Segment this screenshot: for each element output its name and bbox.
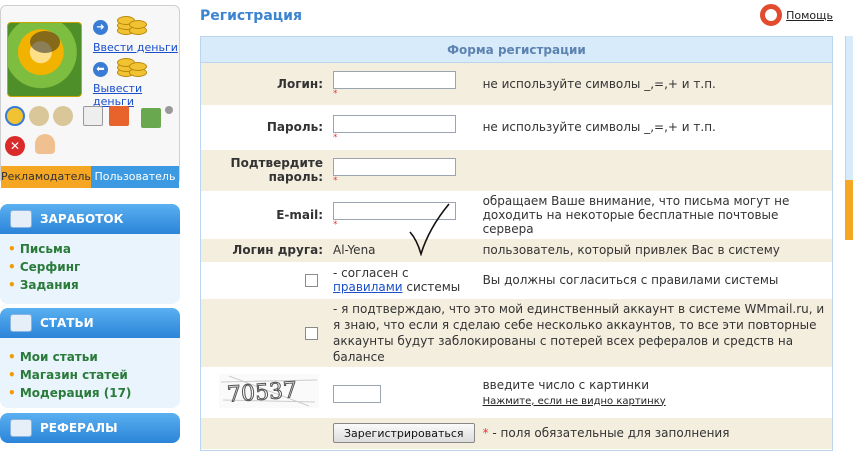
- agree-suffix: системы: [406, 280, 461, 294]
- help-label[interactable]: Помощь: [786, 9, 833, 22]
- chart-icon[interactable]: [141, 108, 161, 128]
- menu-referrals: РЕФЕРАЛЫ: [0, 413, 180, 443]
- captcha-refresh-link[interactable]: Нажмите, если не видно картинку: [483, 396, 828, 407]
- withdraw-row[interactable]: ⬅: [93, 62, 111, 77]
- close-icon[interactable]: ✕: [5, 136, 25, 156]
- page-title: Регистрация: [200, 8, 302, 24]
- friend-hint: пользователь, который привлек Вас в сист…: [478, 238, 832, 263]
- agree-hint: Вы должны согласиться с правилами систем…: [478, 262, 832, 299]
- agree-checkbox[interactable]: [305, 274, 318, 287]
- registration-form: Форма регистрации Логин: * не используйт…: [200, 36, 833, 451]
- menu-item-surfing[interactable]: Серфинг: [8, 258, 172, 276]
- tab-user[interactable]: Пользователь: [90, 166, 179, 188]
- article-icon: [10, 314, 32, 332]
- menu-head-earnings[interactable]: ЗАРАБОТОК: [0, 204, 180, 234]
- menu-item-letters[interactable]: Письма: [8, 240, 172, 258]
- firewall-icon[interactable]: [109, 106, 129, 126]
- agree-prefix: - согласен с: [333, 266, 409, 280]
- menu-title: СТАТЬИ: [40, 316, 94, 330]
- coins-icon: [113, 14, 147, 36]
- login-label: Логин:: [201, 63, 329, 106]
- single-account-checkbox[interactable]: [305, 326, 318, 340]
- profile-panel: ➜ Ввести деньги ⬅ Вывести деньги ✕ Рекла…: [0, 5, 180, 188]
- friend-login-value: Al-Yena: [329, 238, 479, 263]
- role-tabs: Рекламодатель Пользователь: [1, 166, 179, 188]
- confirm-password-input[interactable]: [333, 157, 456, 176]
- arrow-left-icon: ⬅: [93, 62, 108, 77]
- sidebar: ➜ Ввести деньги ⬅ Вывести деньги ✕ Рекла…: [0, 0, 185, 443]
- single-account-text: - я подтверждаю, что это мой единственны…: [329, 298, 832, 368]
- confirm-password-label: Подтвердите пароль:: [201, 149, 329, 192]
- menu-title: РЕФЕРАЛЫ: [40, 421, 118, 435]
- coins-icon: [113, 56, 147, 78]
- captcha-text: 70537: [226, 378, 298, 408]
- handwritten-mark: [409, 203, 450, 256]
- password-hint: не используйте символы _,=,+ и т.п.: [478, 105, 832, 150]
- side-banner: [845, 180, 853, 240]
- menu-head-referrals[interactable]: РЕФЕРАЛЫ: [0, 413, 180, 443]
- gear-icon[interactable]: [165, 106, 173, 114]
- register-button[interactable]: Зарегистрироваться: [333, 423, 475, 443]
- deposit-link[interactable]: Ввести деньги: [93, 41, 178, 54]
- email-label: E-mail:: [201, 191, 329, 239]
- menu-title: ЗАРАБОТОК: [40, 212, 124, 226]
- menu-item-tasks[interactable]: Задания: [8, 276, 172, 294]
- menu-item-article-shop[interactable]: Магазин статей: [8, 366, 172, 384]
- required-mark: *: [482, 426, 489, 440]
- captcha-input[interactable]: [333, 384, 381, 403]
- medal-icon[interactable]: [53, 106, 73, 126]
- edit-icon[interactable]: [83, 106, 103, 126]
- required-mark: *: [333, 132, 338, 143]
- password-label: Пароль:: [201, 105, 329, 150]
- required-note: - поля обязательные для заполнения: [492, 426, 730, 440]
- main-content: Регистрация Помощь Форма регистрации Лог…: [200, 0, 853, 451]
- scrollbar[interactable]: [845, 36, 853, 186]
- arrow-right-icon: ➜: [93, 20, 108, 35]
- medal-icon[interactable]: [5, 106, 25, 126]
- email-hint: обращаем Ваше внимание, что письма могут…: [478, 191, 832, 239]
- form-heading: Форма регистрации: [201, 37, 832, 63]
- required-mark: *: [333, 175, 338, 186]
- agree-text: - согласен с правилами системы: [329, 262, 479, 299]
- tab-advertiser[interactable]: Рекламодатель: [1, 166, 91, 188]
- lifebuoy-icon: [760, 4, 783, 26]
- rules-link[interactable]: правилами: [333, 280, 403, 294]
- menu-item-my-articles[interactable]: Мои статьи: [8, 348, 172, 366]
- captcha-image: 70537: [219, 373, 319, 408]
- help-link[interactable]: Помощь: [760, 4, 833, 26]
- friend-login-label: Логин друга:: [201, 238, 329, 263]
- avatar: [7, 22, 82, 97]
- achievement-icons: ✕: [5, 106, 180, 161]
- users-icon: [10, 419, 32, 437]
- user-icon[interactable]: [35, 134, 55, 154]
- menu-articles: СТАТЬИ Мои статьи Магазин статей Модерац…: [0, 308, 180, 408]
- menu-head-articles[interactable]: СТАТЬИ: [0, 308, 180, 338]
- withdraw-link[interactable]: Вывести деньги: [93, 82, 179, 108]
- required-mark: *: [333, 89, 338, 100]
- login-input[interactable]: [333, 71, 456, 90]
- password-input[interactable]: [333, 114, 456, 133]
- money-icon: [10, 210, 32, 228]
- menu-earnings: ЗАРАБОТОК Письма Серфинг Задания: [0, 204, 180, 304]
- menu-item-moderation[interactable]: Модерация (17): [8, 384, 172, 402]
- login-hint: не используйте символы _,=,+ и т.п.: [478, 63, 832, 106]
- medal-icon[interactable]: [29, 106, 49, 126]
- captcha-hint: введите число с картинки: [482, 377, 649, 392]
- deposit-row[interactable]: ➜: [93, 20, 111, 35]
